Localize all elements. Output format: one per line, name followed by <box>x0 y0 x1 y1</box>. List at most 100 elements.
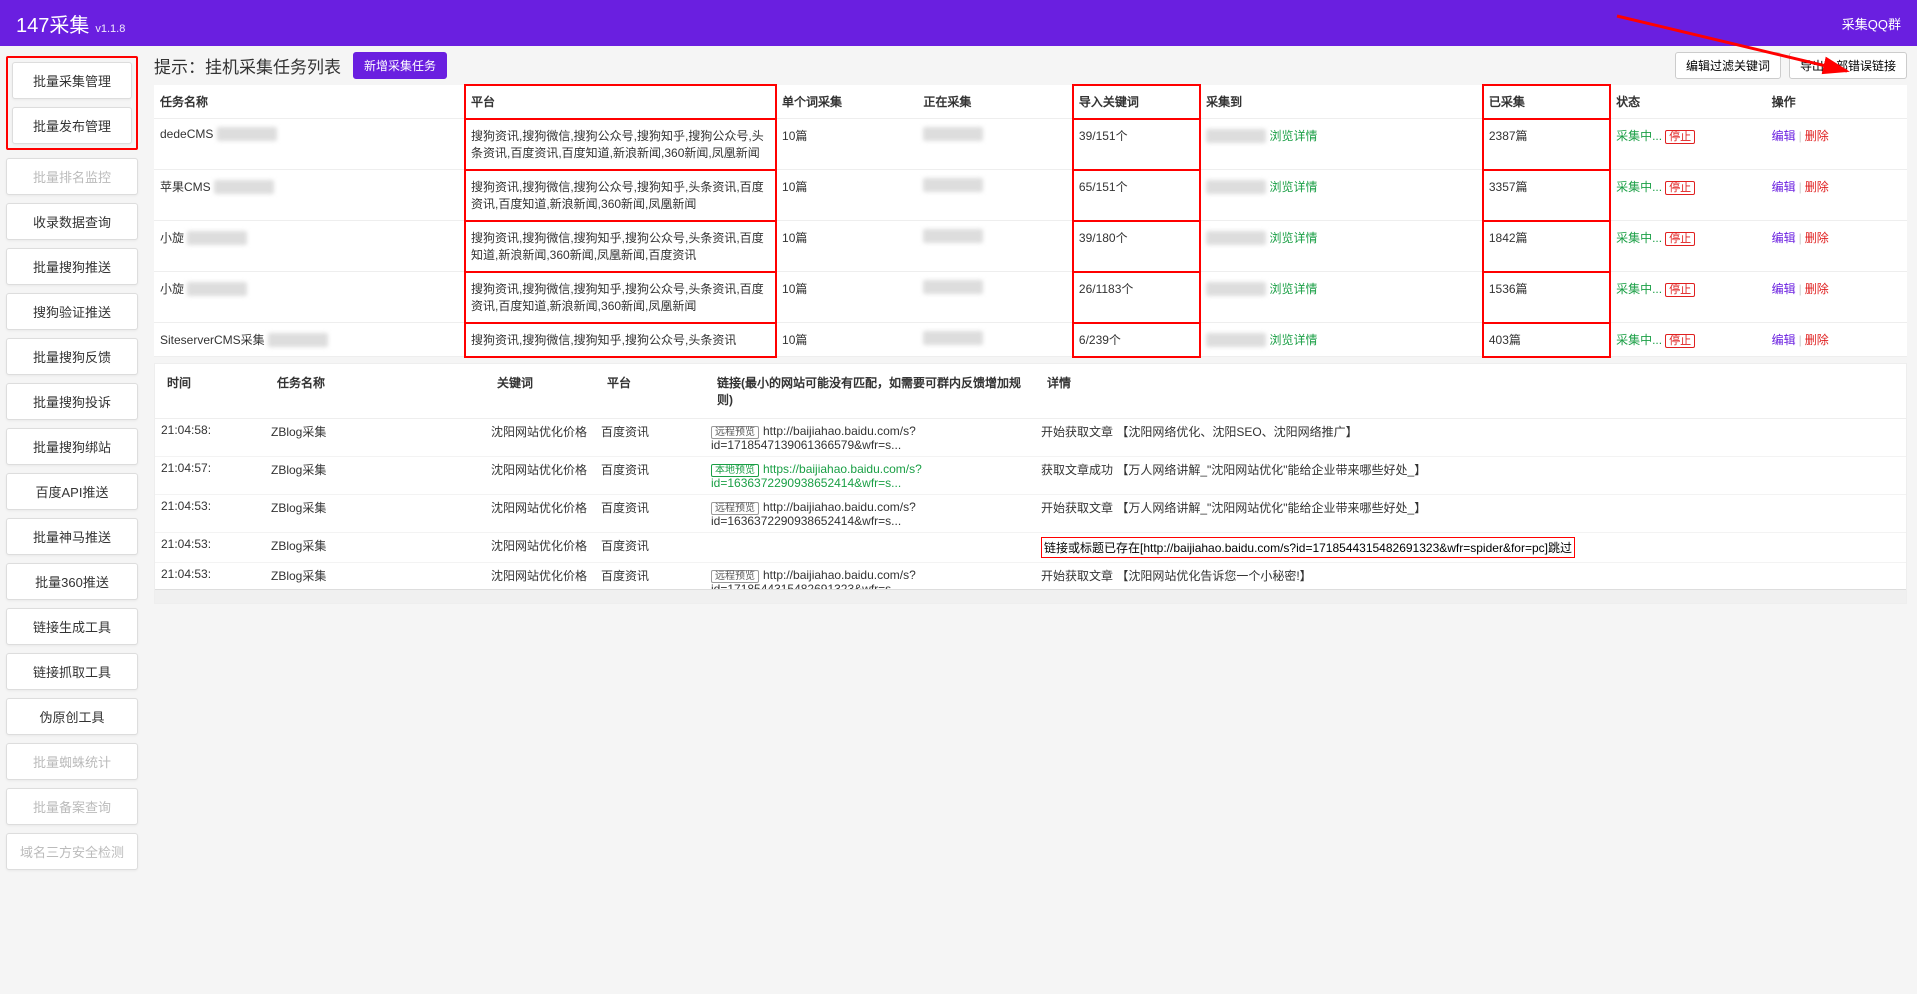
cell-status: 采集中...停止 <box>1610 272 1766 323</box>
cell-collecting: xxxxxxxx <box>917 170 1073 221</box>
cell-single: 10篇 <box>776 221 917 272</box>
cell-target: xxxxxx 浏览详情 <box>1200 170 1483 221</box>
sidebar-item[interactable]: 链接抓取工具 <box>6 653 138 690</box>
edit-link[interactable]: 编辑 <box>1772 231 1796 245</box>
status-text: 采集中... <box>1616 231 1662 245</box>
log-link: 本地预览https://baijiahao.baidu.com/s?id=163… <box>705 457 1035 494</box>
sidebar-item-publish-manage[interactable]: 批量发布管理 <box>12 107 132 144</box>
cell-collecting: xxxxxxxx <box>917 323 1073 357</box>
delete-link[interactable]: 删除 <box>1805 282 1829 296</box>
cell-ops: 编辑|删除 <box>1766 119 1907 170</box>
log-kw: 沈阳网站优化价格 <box>485 457 595 494</box>
log-detail: 开始获取文章 【沈阳网站优化告诉您一个小秘密!】 <box>1035 563 1906 589</box>
log-time: 21:04:53: <box>155 533 265 562</box>
log-panel: 时间 任务名称 关键词 平台 链接(最小的网站可能没有匹配，如需要可群内反馈增加… <box>154 363 1907 604</box>
edit-link[interactable]: 编辑 <box>1772 180 1796 194</box>
sidebar-item[interactable]: 搜狗验证推送 <box>6 293 138 330</box>
sidebar-item[interactable]: 批量搜狗绑站 <box>6 428 138 465</box>
cell-single: 10篇 <box>776 272 917 323</box>
cell-keywords: 39/180个 <box>1073 221 1200 272</box>
sidebar-item: 批量排名监控 <box>6 158 138 195</box>
log-detail: 开始获取文章 【万人网络讲解_"沈阳网站优化"能给企业带来哪些好处_】 <box>1035 495 1906 532</box>
page-head: 提示：挂机采集任务列表 新增采集任务 编辑过滤关键词 导出全部错误链接 <box>154 52 1907 79</box>
sidebar-item[interactable]: 批量搜狗推送 <box>6 248 138 285</box>
delete-link[interactable]: 删除 <box>1805 180 1829 194</box>
delete-link[interactable]: 删除 <box>1805 231 1829 245</box>
log-time: 21:04:58: <box>155 419 265 456</box>
edit-filter-button[interactable]: 编辑过滤关键词 <box>1675 52 1781 79</box>
log-link: 远程预览http://baijiahao.baidu.com/s?id=1718… <box>705 419 1035 456</box>
browse-detail-link[interactable]: 浏览详情 <box>1269 333 1317 347</box>
col-keywords: 导入关键词 <box>1073 85 1200 119</box>
title-text: 挂机采集任务列表 <box>205 58 341 77</box>
blurred-text: xxxxx <box>187 231 247 245</box>
top-bar: 147采集 v1.1.8 采集QQ群 <box>0 0 1917 46</box>
cell-keywords: 65/151个 <box>1073 170 1200 221</box>
stop-button[interactable]: 停止 <box>1665 334 1695 348</box>
sidebar-item[interactable]: 批量搜狗反馈 <box>6 338 138 375</box>
cell-single: 10篇 <box>776 323 917 357</box>
sidebar-item-collect-manage[interactable]: 批量采集管理 <box>12 62 132 99</box>
log-row: 21:04:53:ZBlog采集沈阳网站优化价格百度资讯远程预览http://b… <box>155 563 1906 589</box>
browse-detail-link[interactable]: 浏览详情 <box>1269 180 1317 194</box>
blurred-text: xxxxxx <box>1206 180 1266 194</box>
log-scrollbar[interactable] <box>155 589 1906 603</box>
log-col-task: 任务名称 <box>271 370 491 412</box>
sidebar-item[interactable]: 批量360推送 <box>6 563 138 600</box>
table-row: 小旋 xxxxx搜狗资讯,搜狗微信,搜狗知乎,搜狗公众号,头条资讯,百度资讯,百… <box>154 272 1907 323</box>
log-detail-boxed: 链接或标题已存在[http://baijiahao.baidu.com/s?id… <box>1041 537 1575 558</box>
qq-group-link[interactable]: 采集QQ群 <box>1842 14 1901 33</box>
browse-detail-link[interactable]: 浏览详情 <box>1269 231 1317 245</box>
log-time: 21:04:53: <box>155 563 265 589</box>
blurred-text: xxxxx <box>268 333 328 347</box>
cell-collected: 403篇 <box>1483 323 1610 357</box>
sidebar-item[interactable]: 百度API推送 <box>6 473 138 510</box>
browse-detail-link[interactable]: 浏览详情 <box>1269 129 1317 143</box>
sidebar-item[interactable]: 伪原创工具 <box>6 698 138 735</box>
stop-button[interactable]: 停止 <box>1665 232 1695 246</box>
table-row: SiteserverCMS采集 xxxxx搜狗资讯,搜狗微信,搜狗知乎,搜狗公众… <box>154 323 1907 357</box>
status-text: 采集中... <box>1616 282 1662 296</box>
cell-platform: 搜狗资讯,搜狗微信,搜狗知乎,搜狗公众号,头条资讯,百度资讯,百度知道,新浪新闻… <box>465 272 776 323</box>
log-plat: 百度资讯 <box>595 533 705 562</box>
log-body[interactable]: 21:04:58:ZBlog采集沈阳网站优化价格百度资讯远程预览http://b… <box>155 419 1906 589</box>
sidebar-item[interactable]: 批量搜狗投诉 <box>6 383 138 420</box>
delete-link[interactable]: 删除 <box>1805 129 1829 143</box>
cell-task-name: 小旋 xxxxx <box>154 272 465 323</box>
cell-ops: 编辑|删除 <box>1766 323 1907 357</box>
edit-link[interactable]: 编辑 <box>1772 129 1796 143</box>
edit-link[interactable]: 编辑 <box>1772 282 1796 296</box>
sidebar-item[interactable]: 链接生成工具 <box>6 608 138 645</box>
delete-link[interactable]: 删除 <box>1805 333 1829 347</box>
stop-button[interactable]: 停止 <box>1665 181 1695 195</box>
log-kw: 沈阳网站优化价格 <box>485 419 595 456</box>
col-target: 采集到 <box>1200 85 1483 119</box>
sidebar-item[interactable]: 收录数据查询 <box>6 203 138 240</box>
cell-platform: 搜狗资讯,搜狗微信,搜狗公众号,搜狗知乎,头条资讯,百度资讯,百度知道,新浪新闻… <box>465 170 776 221</box>
edit-link[interactable]: 编辑 <box>1772 333 1796 347</box>
export-errors-button[interactable]: 导出全部错误链接 <box>1789 52 1907 79</box>
brand: 147采集 v1.1.8 <box>16 9 125 38</box>
cell-target: xxxxxx 浏览详情 <box>1200 119 1483 170</box>
brand-name: 147采集 <box>16 9 89 38</box>
main-content: 提示：挂机采集任务列表 新增采集任务 编辑过滤关键词 导出全部错误链接 任务名称… <box>144 46 1917 880</box>
cell-status: 采集中...停止 <box>1610 221 1766 272</box>
log-kw: 沈阳网站优化价格 <box>485 563 595 589</box>
cell-keywords: 39/151个 <box>1073 119 1200 170</box>
cell-platform: 搜狗资讯,搜狗微信,搜狗公众号,搜狗知乎,搜狗公众号,头条资讯,百度资讯,百度知… <box>465 119 776 170</box>
blurred-text: xxxxxx <box>1206 282 1266 296</box>
log-task: ZBlog采集 <box>265 419 485 456</box>
sidebar: 批量采集管理 批量发布管理 批量排名监控收录数据查询批量搜狗推送搜狗验证推送批量… <box>0 46 144 880</box>
cell-single: 10篇 <box>776 119 917 170</box>
cell-status: 采集中...停止 <box>1610 170 1766 221</box>
browse-detail-link[interactable]: 浏览详情 <box>1269 282 1317 296</box>
cell-task-name: SiteserverCMS采集 xxxxx <box>154 323 465 357</box>
log-plat: 百度资讯 <box>595 419 705 456</box>
new-task-button[interactable]: 新增采集任务 <box>353 52 447 79</box>
stop-button[interactable]: 停止 <box>1665 130 1695 144</box>
log-detail: 获取文章成功 【万人网络讲解_"沈阳网站优化"能给企业带来哪些好处_】 <box>1035 457 1906 494</box>
cell-task-name: 小旋 xxxxx <box>154 221 465 272</box>
stop-button[interactable]: 停止 <box>1665 283 1695 297</box>
sidebar-item[interactable]: 批量神马推送 <box>6 518 138 555</box>
blurred-text: xxxxxxxx <box>923 280 983 294</box>
